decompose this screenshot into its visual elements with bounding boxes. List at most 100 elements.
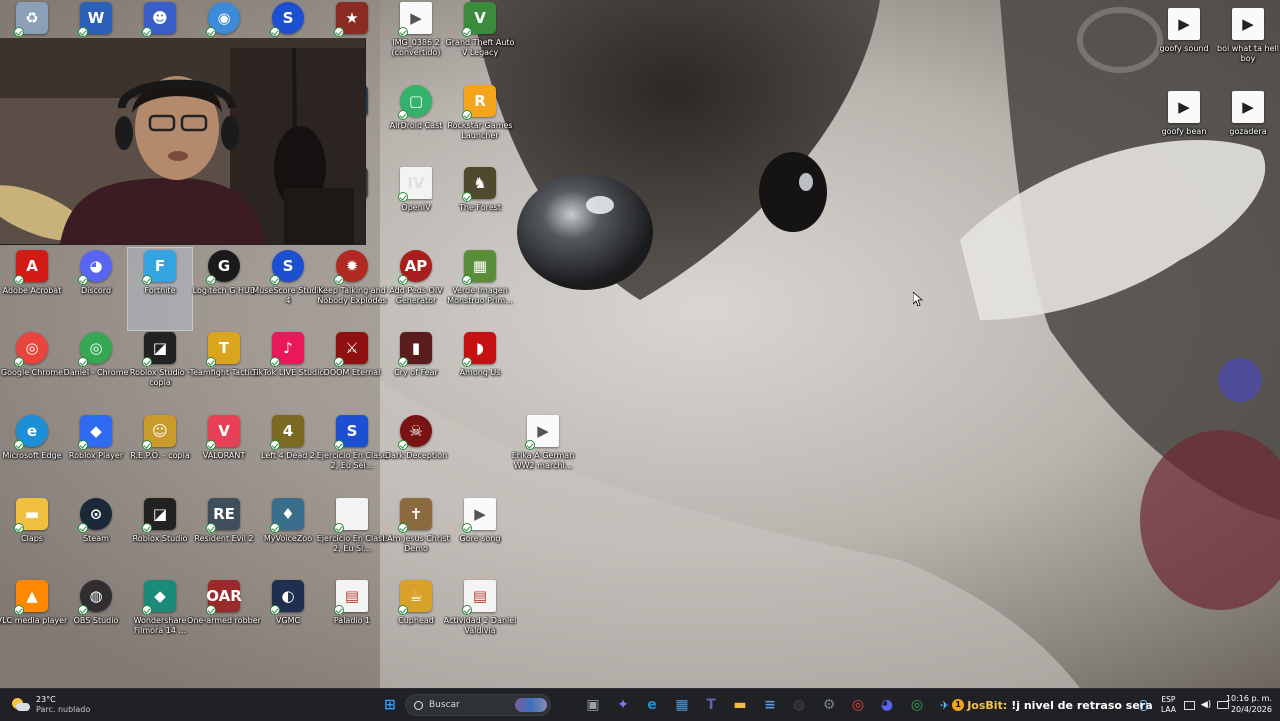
settings-taskbar-button[interactable]: ⚙ bbox=[818, 694, 840, 716]
desktop-icon[interactable]: S Ejercicio En Clase 2, Eu Sei... bbox=[317, 413, 387, 495]
desktop-icon[interactable]: ▶ goofy bean bbox=[1152, 89, 1216, 171]
desktop-icon-label: TikTok LIVE Studio bbox=[251, 368, 325, 377]
notification-user: JosBit: bbox=[967, 698, 1008, 712]
desktop-icon[interactable]: ▤ Paladio 1 bbox=[320, 578, 384, 660]
desktop-icon[interactable]: ◐ VGMC bbox=[256, 578, 320, 660]
desktop-icon[interactable]: ▶ IMG_0386 2 (convertido) bbox=[384, 0, 448, 82]
desktop-icon[interactable]: ☕ Cuphead bbox=[384, 578, 448, 660]
desktop-icon[interactable]: ▬ Claps bbox=[0, 496, 64, 578]
desktop-icon[interactable]: V VALORANT bbox=[192, 413, 256, 495]
desktop-icon[interactable]: ✝ I Am Jesus Christ Demo bbox=[382, 496, 450, 578]
desktop-icon-label: OBS Studio bbox=[73, 616, 119, 625]
icon-glyph: W bbox=[87, 8, 105, 27]
desktop-icon[interactable]: ◪ Roblox Studio - copia bbox=[128, 330, 192, 412]
desktop-icon[interactable]: ▶ Gore song bbox=[448, 496, 512, 578]
chrome-taskbar-button[interactable]: ◎ bbox=[847, 694, 869, 716]
desktop-icon-label: Logitech G HUB bbox=[192, 286, 256, 295]
edge-taskbar-button[interactable]: e bbox=[641, 694, 663, 716]
speaker-icon[interactable]: ◀) bbox=[1201, 700, 1211, 710]
sync-status-icon bbox=[525, 440, 535, 450]
desktop-icon-label: Verde Imagen Monstruo Prim... bbox=[447, 286, 513, 305]
notification-count-badge: 1 bbox=[952, 699, 965, 711]
language-code: ESP bbox=[1161, 695, 1176, 704]
icon-glyph: ▮ bbox=[411, 338, 421, 357]
search-placeholder: Buscar bbox=[429, 700, 460, 710]
desktop-icon[interactable]: V Grand Theft Auto V Legacy bbox=[446, 0, 514, 82]
icon-glyph: ⊙ bbox=[89, 504, 103, 523]
discord-taskbar-button[interactable]: ◕ bbox=[876, 694, 898, 716]
desktop-icon[interactable]: ◆ Roblox Player bbox=[64, 413, 128, 495]
display-icon[interactable] bbox=[1183, 700, 1195, 710]
chat-notification[interactable]: ✈ 1 JosBit: !j nivel de retraso sera bbox=[940, 695, 1153, 715]
desktop-icon[interactable]: AP Add Peds OIV Generator bbox=[384, 248, 448, 330]
desktop-icon[interactable]: ◕ Discord bbox=[64, 248, 128, 330]
desktop-icon[interactable]: ◍ OBS Studio bbox=[64, 578, 128, 660]
desktop-icon[interactable]: ▮ Cry of Fear bbox=[384, 330, 448, 412]
desktop-icon[interactable]: IV OpenIV bbox=[384, 165, 448, 247]
desktop-icon[interactable]: ▲ VLC media player bbox=[0, 578, 67, 660]
task-view-taskbar-button[interactable]: ▣ bbox=[582, 694, 604, 716]
desktop-icon[interactable]: ▶ gozadera bbox=[1216, 89, 1280, 171]
notepad-taskbar-button[interactable]: ≡ bbox=[759, 694, 781, 716]
taskbar-search[interactable]: Buscar bbox=[405, 694, 551, 716]
desktop-icon[interactable]: ▶ goofy sound bbox=[1152, 6, 1216, 88]
desktop-icon[interactable]: 4 Left 4 Dead 2 bbox=[256, 413, 320, 495]
desktop-icon-label: IMG_0386 2 (convertido) bbox=[391, 38, 441, 57]
roblox-icon: ◆ bbox=[78, 415, 112, 450]
desktop-icon[interactable]: ✹ Keep Talking and Nobody Explodes bbox=[317, 248, 387, 330]
icon-glyph: ▶ bbox=[474, 504, 486, 523]
desktop-icon[interactable]: F Fortnite bbox=[127, 247, 193, 331]
desktop-icon-label: Roblox Player bbox=[68, 451, 124, 460]
desktop-icon[interactable]: ◎ Google Chrome bbox=[0, 330, 64, 412]
store-icon: ▦ bbox=[675, 697, 689, 713]
desktop-icon[interactable]: ◪ Roblox Studio bbox=[128, 496, 192, 578]
icon-glyph: F bbox=[154, 256, 166, 275]
system-tray: ESP LAA ◀) bbox=[1140, 689, 1230, 721]
desktop-icon-label: Daniel - Chrome bbox=[63, 368, 129, 377]
language-indicator[interactable]: ESP LAA bbox=[1161, 695, 1176, 715]
desktop-icon[interactable]: ▶ Erika A German WW2 marchi... bbox=[511, 413, 575, 495]
desktop-icon[interactable]: R Rockstar Games Launcher bbox=[447, 83, 513, 165]
obs-taskbar-button[interactable]: ◍ bbox=[788, 694, 810, 716]
file-explorer-taskbar-button[interactable]: ▬ bbox=[729, 694, 751, 716]
desktop-icon[interactable]: ◆ Wondershare Filmora 14 ... bbox=[128, 578, 192, 660]
clock[interactable]: 10:16 p. m. 20/4/2026 bbox=[1226, 693, 1272, 715]
copilot-taskbar-button[interactable]: ✦ bbox=[612, 694, 634, 716]
sync-status-icon bbox=[270, 605, 280, 615]
desktop-icon[interactable]: ⊙ Steam bbox=[64, 496, 128, 578]
desktop-icon[interactable]: Ejercicio En Clase 2, Eu Si... bbox=[317, 496, 387, 578]
desktop-icon[interactable]: OAR One-armed robber bbox=[187, 578, 261, 660]
store-taskbar-button[interactable]: ▦ bbox=[671, 694, 693, 716]
audio-file-icon: ▶ bbox=[1168, 8, 1200, 40]
chrome-profile-taskbar-button[interactable]: ◎ bbox=[906, 694, 928, 716]
desktop-icon[interactable]: ▶ boi what ta hell boy bbox=[1216, 6, 1280, 88]
word-icon: W bbox=[78, 2, 112, 37]
desktop-icon[interactable]: ☺ R.E.P.O. - copia bbox=[128, 413, 192, 495]
desktop-icon[interactable]: ▤ Actividad 2 Daniel Valdivia bbox=[444, 578, 516, 660]
desktop-icon[interactable]: G Logitech G HUB bbox=[192, 248, 256, 330]
desktop-icon[interactable]: ☠ Dark Deception bbox=[384, 413, 448, 495]
windows-start-taskbar-button[interactable]: ⊞ bbox=[379, 694, 401, 716]
icon-glyph: T bbox=[218, 338, 230, 357]
desktop-icon[interactable]: ♪ TikTok LIVE Studio bbox=[252, 330, 324, 412]
notification-message: !j nivel de retraso sera bbox=[1011, 698, 1153, 712]
icon-glyph: 4 bbox=[282, 421, 294, 440]
desktop-icon[interactable]: e Microsoft Edge bbox=[0, 413, 64, 495]
desktop-icon[interactable]: ♦ MyVoiceZoo bbox=[256, 496, 320, 578]
sync-status-icon bbox=[142, 440, 152, 450]
teams-icon: T bbox=[706, 697, 716, 713]
sync-status-icon bbox=[334, 357, 344, 367]
desktop-icon[interactable]: S MuseScore Studio 4 bbox=[252, 248, 324, 330]
desktop-icon[interactable]: RE Resident Evil 2 bbox=[192, 496, 256, 578]
weather-widget[interactable]: 23°C Parc. nublado bbox=[12, 693, 90, 717]
desktop-icon[interactable]: T Teamfight Tactics bbox=[190, 330, 258, 412]
desktop-icon[interactable]: A Adobe Acrobat bbox=[0, 248, 64, 330]
teams-taskbar-button[interactable]: T bbox=[700, 694, 722, 716]
desktop-icon[interactable]: ⚔ DOOM Eternal bbox=[320, 330, 384, 412]
microphone-icon[interactable] bbox=[1140, 699, 1147, 711]
desktop-icon[interactable]: ◎ Daniel - Chrome bbox=[64, 330, 128, 412]
desktop-icon[interactable]: ▦ Verde Imagen Monstruo Prim... bbox=[447, 248, 513, 330]
desktop-icon[interactable]: ▢ AirDroid Cast bbox=[384, 83, 448, 165]
desktop-icon[interactable]: ◗ Among Us bbox=[448, 330, 512, 412]
desktop-icon[interactable]: ♞ The Forest bbox=[448, 165, 512, 247]
